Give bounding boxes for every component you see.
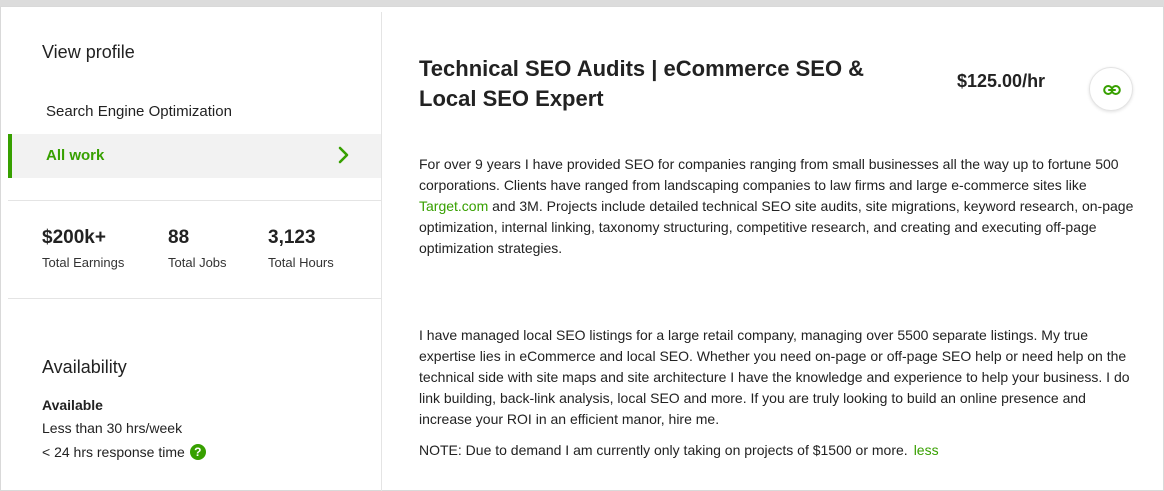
response-time-text: < 24 hrs response time <box>42 444 185 460</box>
hourly-rate: $125.00/hr <box>957 71 1046 91</box>
stat-total-earnings: $200k+ Total Earnings <box>42 227 124 270</box>
stat-label: Total Earnings <box>42 255 125 270</box>
stat-value: 3,123 <box>268 227 316 248</box>
profile-card: View profile Search Engine Optimization … <box>0 0 1164 491</box>
stat-label: Total Hours <box>268 255 334 270</box>
nav-item-search-engine-optimization[interactable]: Search Engine Optimization <box>46 103 232 120</box>
overview-paragraph-1: For over 9 years I have provided SEO for… <box>419 154 1139 259</box>
chevron-right-icon <box>333 144 353 166</box>
stat-value: 88 <box>168 227 190 248</box>
profile-main: Technical SEO Audits | eCommerce SEO & L… <box>383 12 1164 491</box>
profile-sidebar: View profile Search Engine Optimization … <box>8 12 382 491</box>
less-link[interactable]: less <box>914 442 939 458</box>
stat-total-hours: 3,123 Total Hours <box>268 227 334 270</box>
stat-total-jobs: 88 Total Jobs <box>168 227 227 270</box>
overview-note: NOTE: Due to demand I am currently only … <box>419 440 1139 461</box>
stat-label: Total Jobs <box>168 255 227 270</box>
overview-paragraph-2: I have managed local SEO listings for a … <box>419 327 1130 427</box>
nav-item-all-work-label: All work <box>46 147 105 164</box>
overview-text: For over 9 years I have provided SEO for… <box>419 156 1119 193</box>
availability-status: Available <box>42 397 103 413</box>
stats-row: $200k+ Total Earnings 88 Total Jobs 3,12… <box>42 227 362 277</box>
link-icon <box>1103 85 1121 95</box>
overview-text: and 3M. Projects include detailed techni… <box>419 198 1134 256</box>
divider <box>8 200 381 201</box>
target-link[interactable]: Target.com <box>419 198 488 214</box>
nav-item-all-work[interactable]: All work <box>8 134 381 178</box>
availability-response-time: < 24 hrs response time ? <box>42 444 206 460</box>
copy-link-button[interactable] <box>1089 67 1133 111</box>
availability-hours: Less than 30 hrs/week <box>42 420 183 436</box>
view-profile-heading: View profile <box>42 42 135 62</box>
profile-title: Technical SEO Audits | eCommerce SEO & L… <box>419 56 865 111</box>
help-icon[interactable]: ? <box>189 444 206 460</box>
stat-value: $200k+ <box>42 227 106 248</box>
divider <box>8 298 381 299</box>
note-text: NOTE: Due to demand I am currently only … <box>419 442 908 458</box>
availability-heading: Availability <box>42 357 127 377</box>
